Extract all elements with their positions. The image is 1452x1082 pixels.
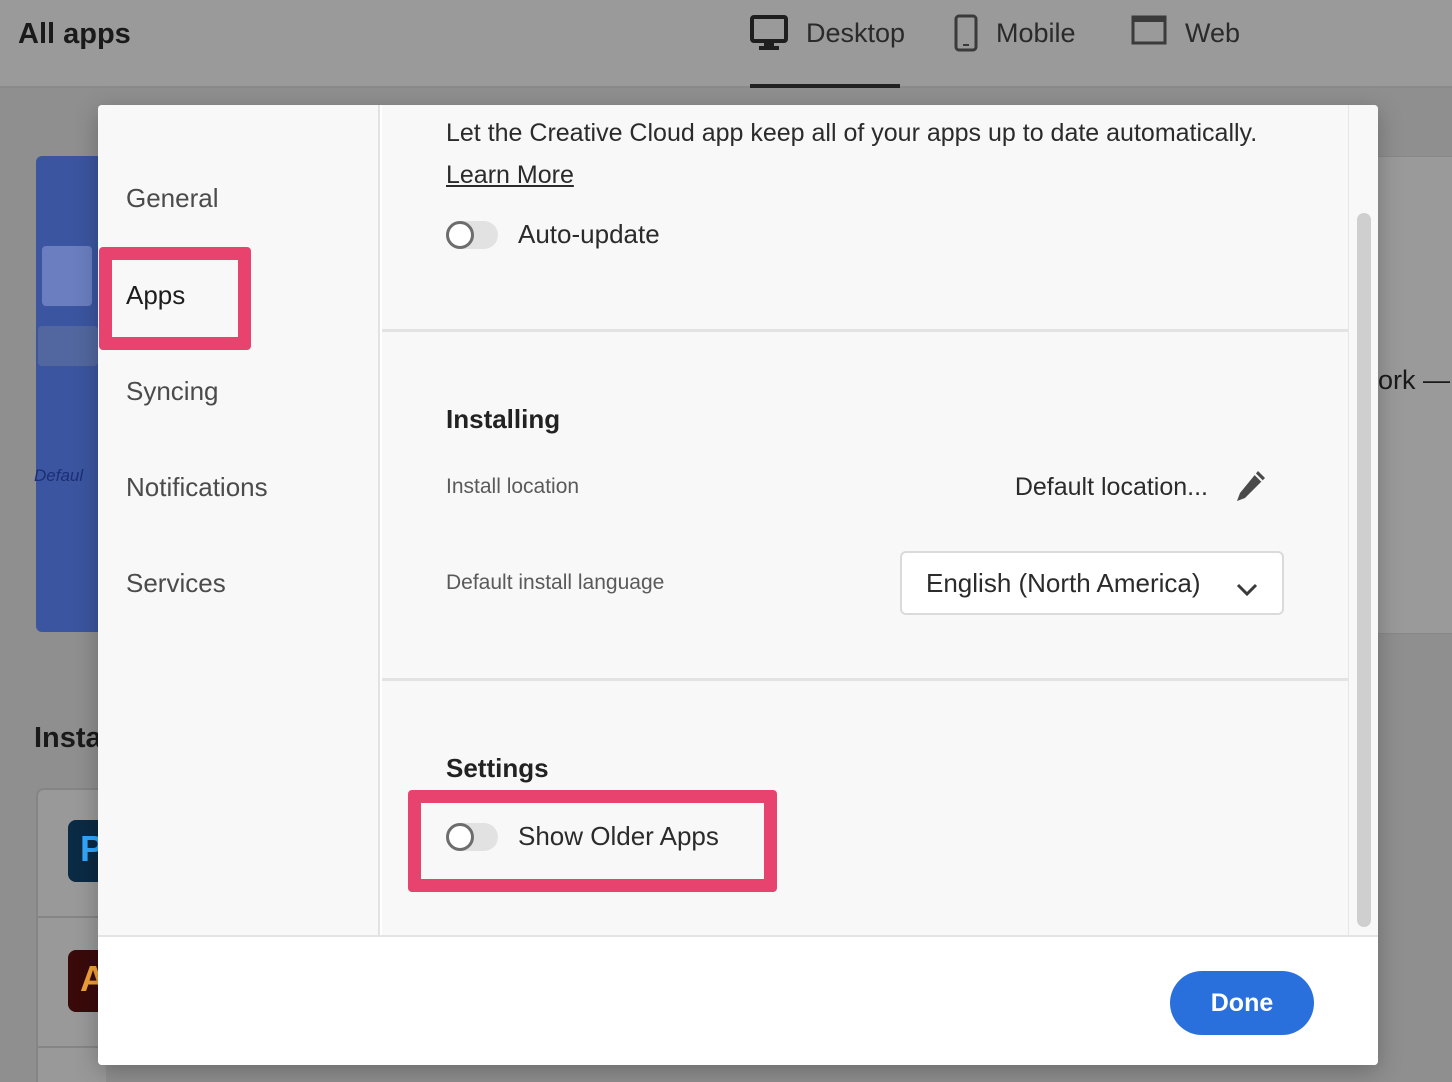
active-tab-indicator — [750, 84, 900, 88]
chevron-down-icon — [1236, 573, 1258, 604]
install-location-value: Default location... — [1014, 473, 1208, 501]
install-location-label: Install location — [446, 475, 580, 498]
installed-heading-partial: Insta — [34, 722, 102, 754]
sidebar-item-syncing[interactable]: Syncing — [126, 376, 219, 407]
featured-banner — [36, 156, 102, 632]
auto-update-section: Let the Creative Cloud app keep all of y… — [382, 105, 1348, 329]
sidebar-item-notifications[interactable]: Notifications — [126, 472, 268, 503]
tab-web[interactable]: Web — [1131, 14, 1240, 88]
preferences-sidebar: General Apps Syncing Notifications Servi… — [98, 105, 380, 935]
mobile-phone-icon — [954, 14, 978, 59]
install-language-label: Default install language — [446, 571, 665, 594]
tab-desktop[interactable]: Desktop — [750, 14, 905, 88]
tab-desktop-label: Desktop — [806, 18, 906, 48]
tab-mobile[interactable]: Mobile — [954, 14, 1076, 88]
sidebar-item-services[interactable]: Services — [126, 568, 226, 599]
page-title: All apps — [18, 18, 131, 50]
top-bar: All apps Desktop Mobile Web — [0, 0, 1452, 88]
pencil-edit-icon[interactable] — [1234, 468, 1268, 509]
dialog-footer: Done — [98, 935, 1378, 1065]
apps-highlight-annotation — [99, 247, 251, 350]
learn-more-link[interactable]: Learn More — [446, 161, 574, 190]
auto-update-label: Auto-update — [518, 219, 660, 249]
sidebar-item-general[interactable]: General — [126, 183, 219, 214]
auto-update-row: Auto-update — [446, 219, 660, 250]
browser-window-icon — [1131, 14, 1167, 53]
auto-update-description: Let the Creative Cloud app keep all of y… — [446, 119, 1258, 147]
content-scrollbar[interactable] — [1348, 105, 1378, 935]
installing-title: Installing — [446, 404, 561, 434]
auto-update-toggle[interactable] — [446, 220, 498, 249]
tab-mobile-label: Mobile — [996, 18, 1076, 48]
scrollbar-thumb[interactable] — [1357, 213, 1371, 927]
show-older-apps-highlight-annotation — [408, 790, 777, 892]
install-language-value: English (North America) — [926, 567, 1201, 598]
tab-web-label: Web — [1185, 18, 1241, 48]
install-language-dropdown[interactable]: English (North America) — [900, 551, 1284, 615]
banner-partial-text: Defaul — [34, 466, 84, 485]
done-button[interactable]: Done — [1170, 971, 1314, 1035]
preferences-dialog: General Apps Syncing Notifications Servi… — [98, 105, 1378, 1065]
settings-title: Settings — [446, 753, 549, 783]
desktop-monitor-icon — [750, 14, 788, 59]
installing-section: Installing Install location Default loca… — [382, 332, 1348, 678]
background-partial-text: ork — — [1378, 365, 1451, 395]
